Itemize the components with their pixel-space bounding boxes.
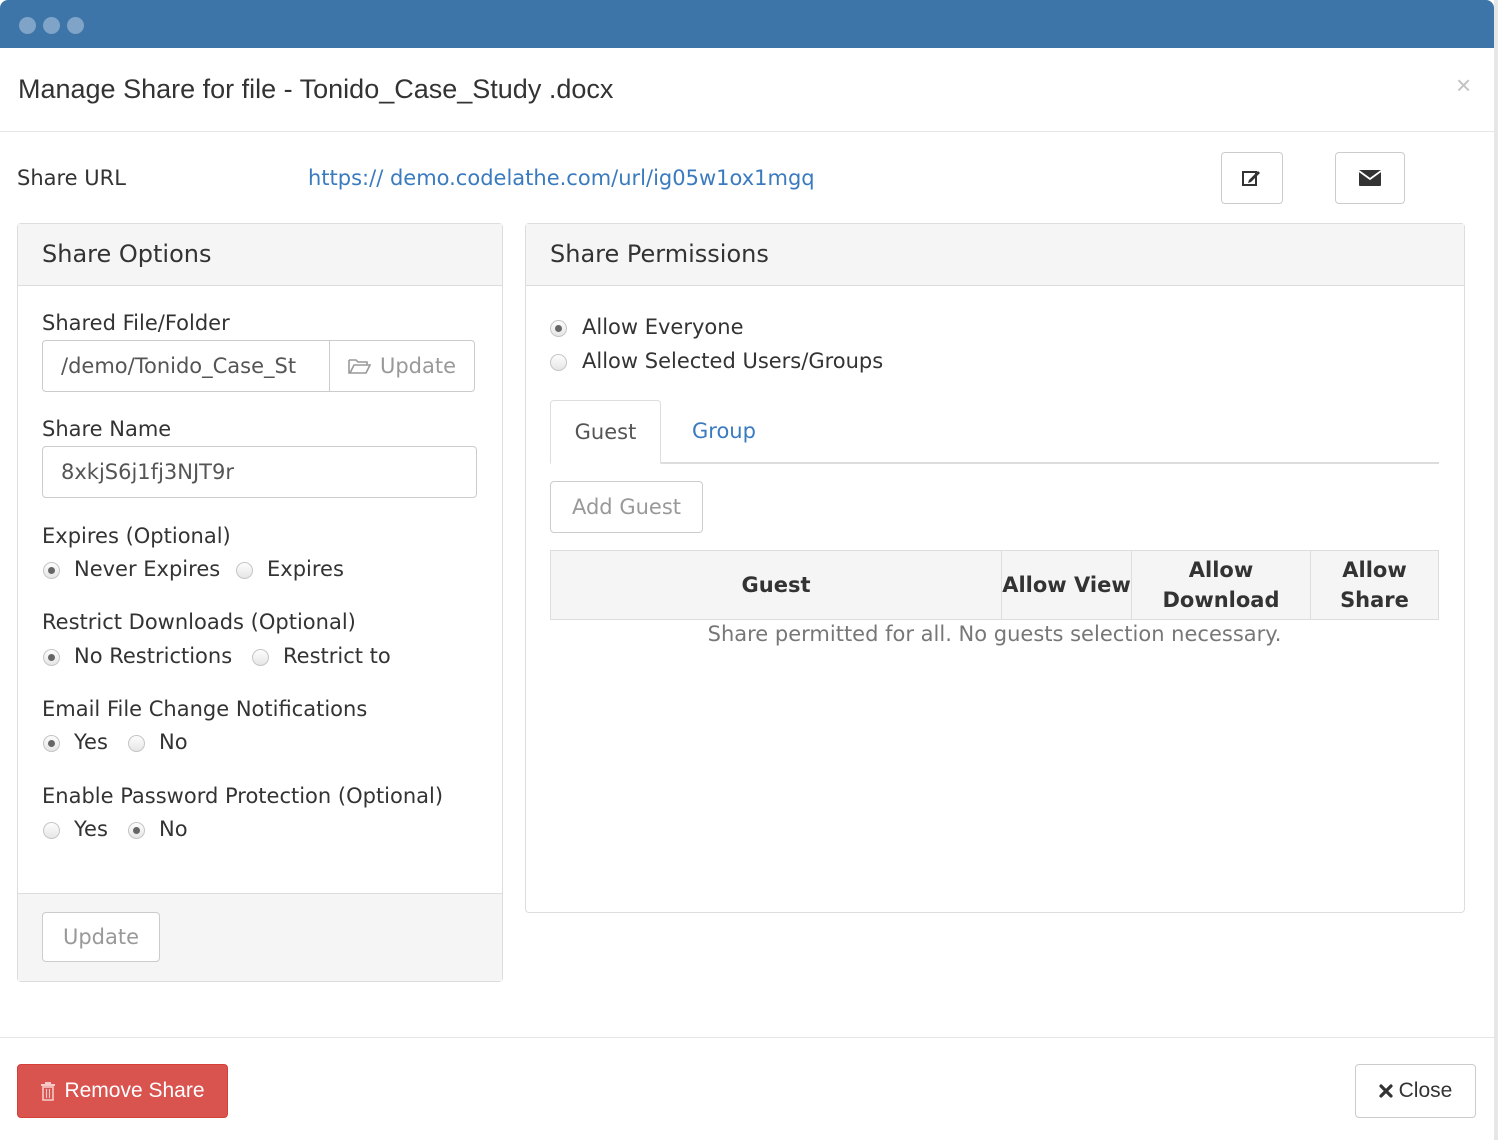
password-yes-radio[interactable] — [43, 822, 60, 839]
shared-file-label: Shared File/Folder — [42, 311, 230, 335]
no-restrictions-radio[interactable] — [43, 649, 60, 666]
restrict-to-radio[interactable] — [252, 649, 269, 666]
expires-radio[interactable] — [236, 562, 253, 579]
shared-file-field[interactable]: /demo/Tonido_Case_St — [42, 340, 330, 392]
window-dot-icon[interactable] — [19, 17, 36, 34]
tabs-divider — [550, 462, 1439, 464]
modal-footer-divider — [0, 1037, 1494, 1038]
folder-open-icon — [348, 359, 372, 374]
window-edge — [1494, 0, 1498, 1140]
window-dot-icon[interactable] — [43, 17, 60, 34]
modal-header: Manage Share for file - Tonido_Case_Stud… — [0, 48, 1494, 132]
email-no-radio[interactable] — [128, 735, 145, 752]
allow-everyone-label[interactable]: Allow Everyone — [582, 315, 744, 339]
table-empty-message: Share permitted for all. No guests selec… — [707, 622, 1282, 646]
email-yes-radio[interactable] — [43, 735, 60, 752]
guest-column-header: Guest — [550, 550, 1002, 620]
share-name-field[interactable]: 8xkjS6j1fj3NJT9r — [42, 446, 477, 498]
share-permissions-title: Share Permissions — [550, 240, 769, 268]
share-name-label: Share Name — [42, 417, 172, 441]
envelope-icon — [1358, 170, 1382, 186]
update-path-label: Update — [379, 354, 457, 378]
trash-icon — [41, 1082, 56, 1101]
allow-selected-radio[interactable] — [550, 354, 567, 371]
password-no-label[interactable]: No — [159, 817, 188, 841]
close-icon — [1379, 1084, 1393, 1098]
close-button[interactable]: Close — [1355, 1064, 1476, 1118]
update-options-button[interactable]: Update — [42, 912, 160, 962]
allow-selected-label[interactable]: Allow Selected Users/Groups — [582, 349, 883, 373]
allow-everyone-radio[interactable] — [550, 320, 567, 337]
window-titlebar — [0, 0, 1494, 48]
share-options-panel: Share Options Update — [17, 223, 503, 982]
email-notifications-label: Email File Change Notifications — [42, 697, 368, 721]
expires-label: Expires (Optional) — [42, 524, 231, 548]
email-no-label[interactable]: No — [159, 730, 188, 754]
no-restrictions-label[interactable]: No Restrictions — [74, 644, 232, 668]
share-options-heading: Share Options — [18, 224, 502, 286]
email-url-button[interactable] — [1335, 152, 1405, 204]
restrict-downloads-label: Restrict Downloads (Optional) — [42, 610, 356, 634]
close-x-icon[interactable]: × — [1456, 70, 1471, 101]
email-yes-label[interactable]: Yes — [74, 730, 108, 754]
share-options-footer: Update — [18, 893, 502, 981]
never-expires-label[interactable]: Never Expires — [74, 557, 220, 581]
window-dot-icon[interactable] — [67, 17, 84, 34]
share-url-link[interactable]: https:// demo.codelathe.com/url/ig05w1ox… — [308, 166, 815, 190]
share-permissions-heading: Share Permissions — [526, 224, 1464, 286]
edit-icon — [1242, 171, 1260, 186]
password-protection-label: Enable Password Protection (Optional) — [42, 784, 444, 808]
tab-guest[interactable]: Guest — [550, 400, 661, 464]
share-options-title: Share Options — [42, 240, 212, 268]
restrict-to-label[interactable]: Restrict to — [283, 644, 391, 668]
remove-share-button[interactable]: Remove Share — [17, 1064, 228, 1118]
add-guest-button[interactable]: Add Guest — [550, 481, 703, 533]
modal-title: Manage Share for file - Tonido_Case_Stud… — [18, 74, 614, 104]
update-path-button[interactable]: Update — [329, 340, 475, 392]
allow-share-column-header: Allow Share — [1310, 550, 1439, 620]
allow-download-column-header: Allow Download — [1131, 550, 1311, 620]
password-no-radio[interactable] — [128, 822, 145, 839]
expires-option-label[interactable]: Expires — [267, 557, 344, 581]
never-expires-radio[interactable] — [43, 562, 60, 579]
allow-view-column-header: Allow View — [1001, 550, 1132, 620]
close-label: Close — [1398, 1079, 1453, 1102]
tab-group[interactable]: Group — [692, 419, 756, 443]
remove-share-label: Remove Share — [64, 1079, 205, 1102]
share-url-label: Share URL — [17, 166, 126, 190]
edit-url-button[interactable] — [1221, 152, 1283, 204]
password-yes-label[interactable]: Yes — [74, 817, 108, 841]
